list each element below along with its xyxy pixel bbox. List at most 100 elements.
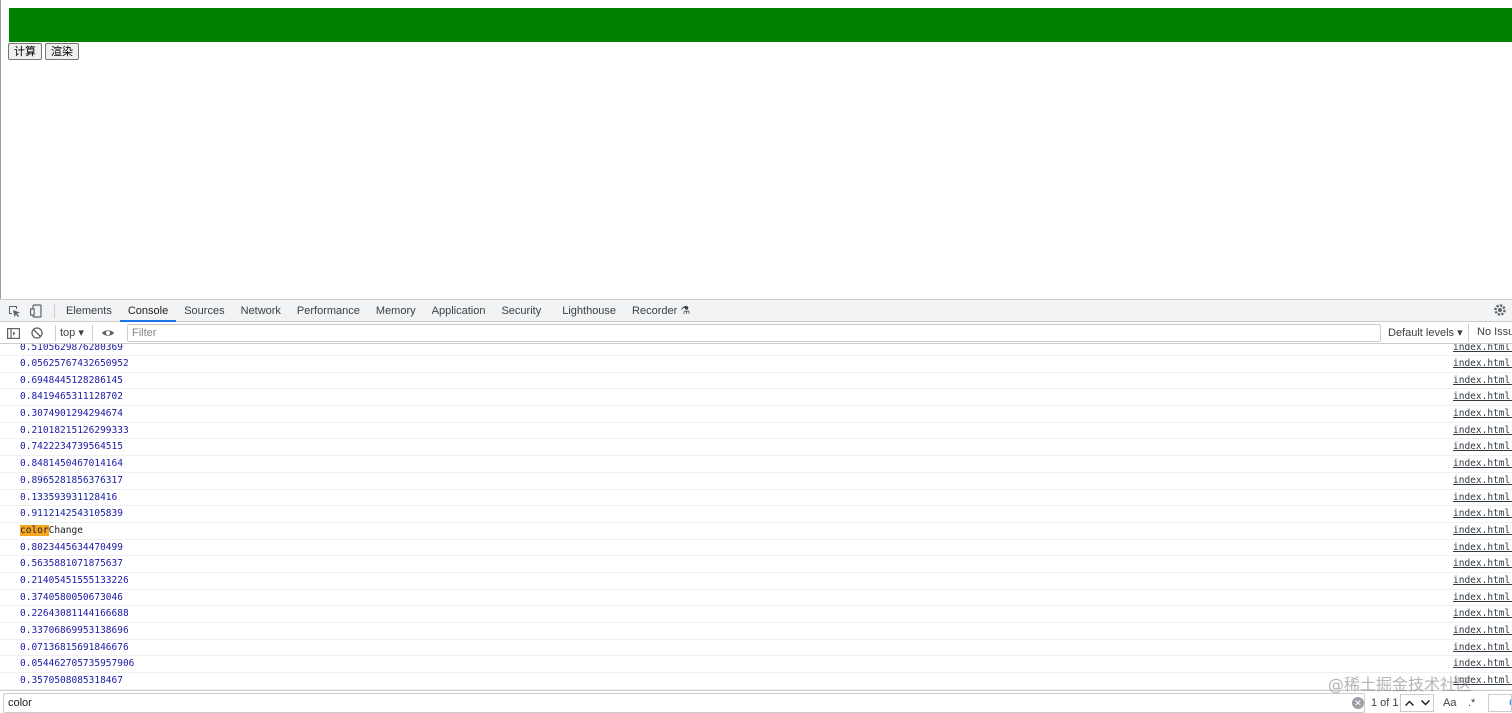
tab-security[interactable]: Security: [493, 300, 549, 322]
console-message-row: 0.3570508085318467 index.html:: [0, 673, 1512, 690]
source-link[interactable]: index.html:: [1453, 523, 1512, 538]
source-link[interactable]: index.html:: [1453, 456, 1512, 471]
console-message-text: 0.21405451555133226: [20, 574, 129, 586]
console-message-text: 0.8965281856376317: [20, 474, 123, 486]
devtools-tabs: Elements Console Sources Network Perform…: [58, 300, 698, 322]
console-message-row: 0.33706869953138696 index.html:: [0, 623, 1512, 640]
regex-button[interactable]: .*: [1468, 697, 1475, 709]
log-levels-dropdown[interactable]: Default levels ▾: [1388, 325, 1463, 341]
console-message-text: 0.05625767432650952: [20, 358, 129, 369]
console-message-text: 0.7422234739564515: [20, 441, 123, 453]
compute-button[interactable]: 计算: [8, 43, 42, 60]
sidebar-toggle-icon[interactable]: [5, 325, 21, 341]
source-link[interactable]: index.html:: [1453, 556, 1512, 571]
eye-icon[interactable]: [100, 325, 116, 341]
console-message-text: 0.8481450467014164: [20, 458, 123, 470]
source-link[interactable]: index.html:: [1453, 373, 1512, 388]
console-message-row: 0.8023445634470499 index.html:: [0, 540, 1512, 557]
next-match-button[interactable]: [1417, 695, 1433, 711]
source-link[interactable]: index.html:: [1453, 606, 1512, 621]
console-message-row: 0.05625767432650952 index.html:: [0, 356, 1512, 373]
devtools-panel: Elements Console Sources Network Perform…: [0, 299, 1512, 713]
console-message-row: 0.07136815691846676 index.html:: [0, 640, 1512, 657]
tab-sources[interactable]: Sources: [176, 300, 232, 322]
source-link[interactable]: index.html:: [1453, 640, 1512, 655]
dropdown-arrow-icon: ▾: [78, 327, 84, 339]
console-message-text: colorChange: [20, 524, 83, 536]
source-link[interactable]: index.html:: [1453, 344, 1512, 352]
cancel-search-button[interactable]: Cancel: [1488, 694, 1512, 712]
issues-button[interactable]: No Issues: [1468, 324, 1512, 342]
console-message-row: 0.133593931128416 index.html:: [0, 490, 1512, 507]
source-link[interactable]: index.html:: [1453, 656, 1512, 671]
render-button[interactable]: 渲染: [45, 43, 79, 60]
source-link[interactable]: index.html:: [1453, 590, 1512, 605]
context-selector[interactable]: top ▾: [55, 325, 93, 341]
tab-recorder-label: Recorder: [632, 305, 678, 317]
gear-icon[interactable]: [1493, 303, 1509, 319]
console-message-text: 0.3740580050673046: [20, 591, 123, 603]
tab-recorder[interactable]: Recorder ⚗: [624, 300, 698, 322]
watermark: @稀土掘金技术社区: [1328, 675, 1473, 694]
console-message-text: 0.5635881071875637: [20, 558, 123, 570]
tab-network[interactable]: Network: [233, 300, 289, 322]
source-link[interactable]: index.html:: [1453, 540, 1512, 555]
console-message-row: 0.054462705735957906 index.html:: [0, 656, 1512, 674]
source-link[interactable]: index.html:: [1453, 406, 1512, 421]
tab-separator: [54, 304, 55, 318]
search-input[interactable]: [3, 693, 1365, 713]
console-message-text: 0.07136815691846676: [20, 641, 129, 653]
console-message-row: 0.9112142543105839 index.html:: [0, 506, 1512, 523]
clear-console-icon[interactable]: [29, 325, 45, 341]
flask-icon: ⚗: [680, 305, 691, 317]
console-message-text: 0.8023445634470499: [20, 541, 123, 553]
console-message-row: 0.6948445128286145 index.html:: [0, 373, 1512, 390]
match-navigation: [1400, 694, 1434, 712]
search-highlight: color: [20, 524, 49, 536]
previous-match-button[interactable]: [1401, 695, 1417, 711]
green-box: [9, 8, 1512, 42]
console-message-row: colorChange index.html:: [0, 523, 1512, 540]
source-link[interactable]: index.html:: [1453, 439, 1512, 454]
console-message-row: 0.22643081144166688 index.html:: [0, 606, 1512, 623]
match-case-button[interactable]: Aa: [1443, 697, 1456, 709]
console-message-text: 0.054462705735957906: [20, 658, 135, 670]
tab-lighthouse[interactable]: Lighthouse: [554, 300, 624, 322]
console-message-text: 0.22643081144166688: [20, 608, 129, 620]
page-viewport: 计算 渲染: [0, 0, 1512, 299]
source-link[interactable]: index.html:: [1453, 506, 1512, 521]
tab-performance[interactable]: Performance: [289, 300, 368, 322]
console-message-text: 0.8419465311128702: [20, 391, 123, 403]
source-link[interactable]: index.html:: [1453, 423, 1512, 438]
filter-input[interactable]: [127, 324, 1381, 342]
console-message-row: 0.3074901294294674 index.html:: [0, 406, 1512, 423]
page-button-group: 计算 渲染: [8, 43, 79, 60]
console-message-row: 0.3740580050673046 index.html:: [0, 590, 1512, 607]
console-message-text: 0.3570508085318467: [20, 675, 123, 687]
tab-elements[interactable]: Elements: [58, 300, 120, 322]
log-levels-label: Default levels: [1388, 327, 1455, 339]
match-count: 1 of 1: [1371, 697, 1399, 709]
source-link[interactable]: index.html:: [1453, 573, 1512, 588]
tab-application[interactable]: Application: [424, 300, 494, 322]
clear-search-icon[interactable]: ✕: [1352, 697, 1364, 709]
source-link[interactable]: index.html:: [1453, 356, 1512, 371]
source-link[interactable]: index.html:: [1453, 490, 1512, 505]
inspect-element-icon[interactable]: [6, 303, 22, 319]
console-message-row: 0.5635881071875637 index.html:: [0, 556, 1512, 573]
source-link[interactable]: index.html:: [1453, 473, 1512, 488]
console-message-row: 0.8481450467014164 index.html:: [0, 456, 1512, 473]
console-search-bar: ✕ 1 of 1 Aa .* Cancel: [0, 690, 1512, 713]
dropdown-arrow-icon: ▾: [1457, 327, 1463, 339]
console-message-row: 0.8965281856376317 index.html:: [0, 473, 1512, 490]
context-label: top: [60, 327, 76, 339]
device-toolbar-icon[interactable]: [28, 303, 44, 319]
tab-console[interactable]: Console: [119, 300, 177, 322]
source-link[interactable]: index.html:: [1453, 623, 1512, 638]
console-message-text: 0.9112142543105839: [20, 508, 123, 520]
console-message-text: 0.6948445128286145: [20, 374, 123, 386]
tab-memory[interactable]: Memory: [368, 300, 424, 322]
console-message-text: 0.3074901294294674: [20, 408, 123, 420]
console-message-row: 0.8419465311128702 index.html:: [0, 389, 1512, 407]
source-link[interactable]: index.html:: [1453, 389, 1512, 404]
